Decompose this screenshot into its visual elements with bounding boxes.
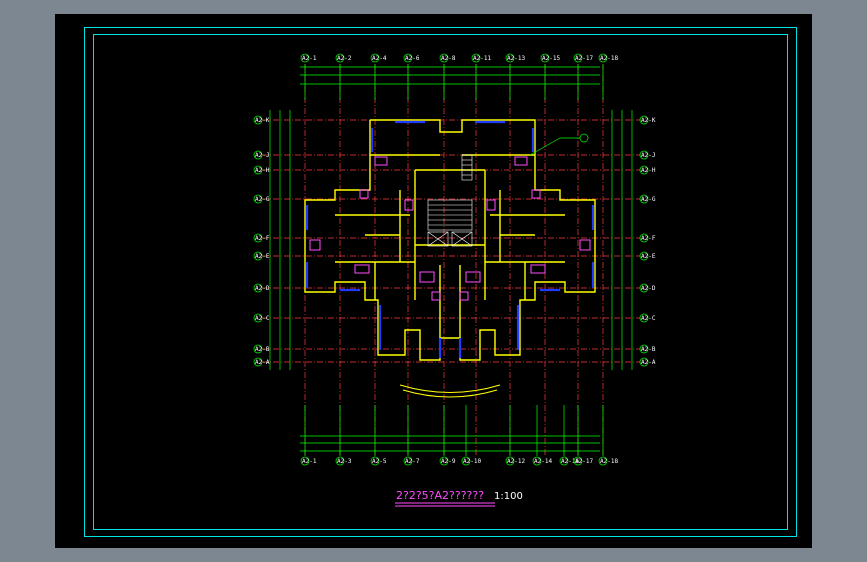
axis-bubble-right: A2-C bbox=[639, 313, 656, 323]
svg-text:A2-H: A2-H bbox=[255, 167, 270, 174]
svg-text:A2-H: A2-H bbox=[641, 167, 656, 174]
axis-bubble-bottom: A2-10 bbox=[461, 456, 481, 466]
floor-plan-drawing: A2-1 A2-2 A2-4 A2-6 A2-8 A2-11 A2-13 A2-15 A2-17… bbox=[253, 53, 656, 507]
svg-text:A2-J: A2-J bbox=[641, 152, 655, 159]
axis-bubble-top: A2-17 bbox=[573, 53, 593, 63]
svg-text:A2-3: A2-3 bbox=[337, 458, 352, 465]
axis-bubble-top: A2-11 bbox=[471, 53, 491, 63]
svg-text:A2-18: A2-18 bbox=[600, 55, 618, 62]
svg-text:A2-17: A2-17 bbox=[575, 458, 593, 465]
axis-bubble-top: A2-13 bbox=[505, 53, 525, 63]
svg-text:A2-A: A2-A bbox=[255, 359, 270, 366]
axis-bubble-right: A2-E bbox=[639, 251, 656, 261]
svg-text:A2-E: A2-E bbox=[255, 253, 270, 260]
axis-bubble-right: A2-B bbox=[639, 344, 656, 354]
axis-bubble-left: A2-D bbox=[253, 283, 270, 293]
svg-text:A2-15: A2-15 bbox=[542, 55, 560, 62]
axis-bubble-left: A2-E bbox=[253, 251, 270, 261]
windows bbox=[305, 120, 595, 358]
svg-text:A2-4: A2-4 bbox=[372, 55, 387, 62]
axis-bubble-left: A2-J bbox=[253, 150, 269, 160]
svg-text:A2-B: A2-B bbox=[255, 346, 270, 353]
svg-text:A2-C: A2-C bbox=[641, 315, 656, 322]
axis-bubble-right: A2-D bbox=[639, 283, 656, 293]
entrance-canopy bbox=[399, 384, 501, 398]
detail-callout bbox=[529, 133, 589, 156]
axis-bubble-top: A2-6 bbox=[403, 53, 420, 63]
axis-bubble-left: A2-K bbox=[253, 115, 270, 125]
axis-bubble-left: A2-H bbox=[253, 165, 270, 175]
svg-text:A2-D: A2-D bbox=[255, 285, 270, 292]
axis-bubble-right: A2-J bbox=[639, 150, 655, 160]
svg-text:A2-K: A2-K bbox=[255, 117, 270, 124]
axis-bubble-bottom: A2-5 bbox=[370, 456, 387, 466]
svg-text:A2-F: A2-F bbox=[255, 235, 270, 242]
axis-bubble-top: A2-2 bbox=[335, 53, 352, 63]
axis-grid-lines bbox=[262, 64, 640, 455]
svg-text:A2-18: A2-18 bbox=[600, 458, 618, 465]
svg-text:A2-C: A2-C bbox=[255, 315, 270, 322]
axis-bubble-right: A2-A bbox=[639, 357, 656, 367]
svg-text:A2-8: A2-8 bbox=[441, 55, 456, 62]
axis-bubble-right: A2-H bbox=[639, 165, 656, 175]
axis-bubble-top: A2-18 bbox=[598, 53, 618, 63]
axis-bubble-right: A2-F bbox=[639, 233, 656, 243]
svg-text:A2-12: A2-12 bbox=[507, 458, 525, 465]
svg-text:A2-2: A2-2 bbox=[337, 55, 352, 62]
axis-bubble-left: A2-A bbox=[253, 357, 270, 367]
svg-text:A2-11: A2-11 bbox=[473, 55, 491, 62]
axis-bubble-top: A2-4 bbox=[370, 53, 387, 63]
axis-bubble-left: A2-C bbox=[253, 313, 270, 323]
svg-text:A2-7: A2-7 bbox=[405, 458, 420, 465]
svg-text:A2-1: A2-1 bbox=[302, 55, 317, 62]
svg-text:A2-1: A2-1 bbox=[302, 458, 317, 465]
axis-bubble-bottom: A2-18 bbox=[598, 456, 618, 466]
svg-text:A2-K: A2-K bbox=[641, 117, 656, 124]
svg-text:A2-6: A2-6 bbox=[405, 55, 420, 62]
building-walls bbox=[304, 119, 596, 361]
svg-text:A2-G: A2-G bbox=[641, 196, 656, 203]
svg-text:A2-13: A2-13 bbox=[507, 55, 525, 62]
axis-bubble-left: A2-B bbox=[253, 344, 270, 354]
axis-bubble-left: A2-G bbox=[253, 194, 270, 204]
axis-bubble-bottom: A2-12 bbox=[505, 456, 525, 466]
svg-text:A2-B: A2-B bbox=[641, 346, 656, 353]
axis-bubble-top: A2-15 bbox=[540, 53, 560, 63]
axis-bubble-top: A2-1 bbox=[300, 53, 317, 63]
axis-bubble-bottom: A2-17 bbox=[573, 456, 593, 466]
svg-text:A2-G: A2-G bbox=[255, 196, 270, 203]
axis-bubble-bottom: A2-14 bbox=[532, 456, 552, 466]
svg-text:A2-9: A2-9 bbox=[441, 458, 456, 465]
axis-bubble-bottom: A2-7 bbox=[403, 456, 420, 466]
drawing-scale: 1:100 bbox=[494, 491, 523, 502]
fixtures bbox=[309, 156, 591, 301]
svg-text:A2-E: A2-E bbox=[641, 253, 656, 260]
axis-bubble-top: A2-8 bbox=[439, 53, 456, 63]
svg-text:A2-A: A2-A bbox=[641, 359, 656, 366]
svg-text:A2-14: A2-14 bbox=[534, 458, 552, 465]
axis-bubble-bottom: A2-1 bbox=[300, 456, 317, 466]
axis-bubble-right: A2-G bbox=[639, 194, 656, 204]
svg-text:A2-J: A2-J bbox=[255, 152, 269, 159]
axis-bubble-left: A2-F bbox=[253, 233, 270, 243]
stair-elevator-core bbox=[427, 154, 473, 247]
svg-text:A2-D: A2-D bbox=[641, 285, 656, 292]
axis-bubble-right: A2-K bbox=[639, 115, 656, 125]
axis-bubble-bottom: A2-3 bbox=[335, 456, 352, 466]
svg-text:A2-5: A2-5 bbox=[372, 458, 387, 465]
svg-text:A2-F: A2-F bbox=[641, 235, 656, 242]
axis-bubble-bottom: A2-9 bbox=[439, 456, 456, 466]
drawing-title: 2?2?5?A2?????? bbox=[396, 489, 484, 502]
svg-text:A2-17: A2-17 bbox=[575, 55, 593, 62]
svg-text:A2-10: A2-10 bbox=[463, 458, 481, 465]
